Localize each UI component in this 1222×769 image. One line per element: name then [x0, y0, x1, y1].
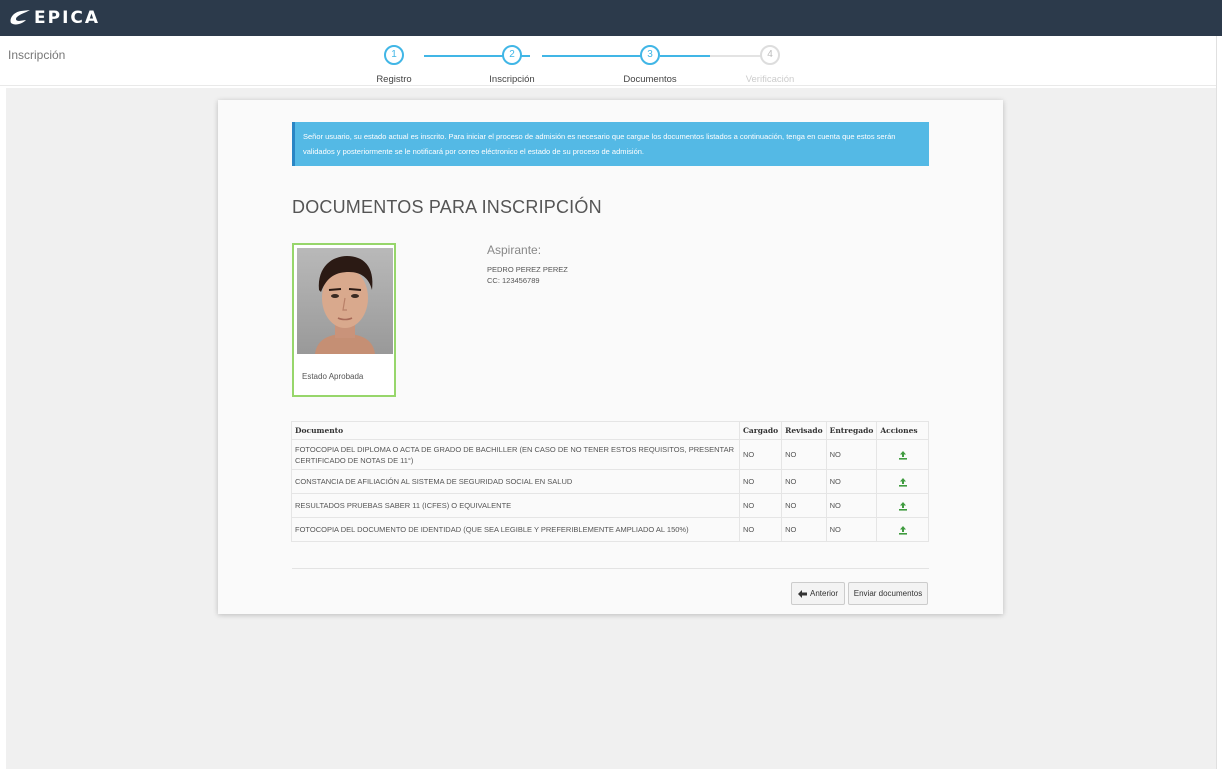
- sub-header: Inscripción 1 Registro 2 Inscripción 3 D…: [0, 36, 1222, 86]
- step-label: Documentos: [623, 74, 677, 85]
- previous-button-label: Anterior: [809, 589, 838, 598]
- arrow-left-icon: [797, 589, 807, 598]
- progress-stepper: 1 Registro 2 Inscripción 3 Documentos 4 …: [374, 45, 810, 85]
- app-logo[interactable]: EPICA: [8, 8, 100, 28]
- divider: [292, 568, 929, 569]
- epica-logo-icon: [10, 10, 30, 25]
- reviewed-value: NO: [781, 439, 827, 470]
- delivered-value: NO: [825, 469, 878, 494]
- column-header-loaded: Cargado: [738, 421, 783, 440]
- applicant-status: Estado Aprobada: [302, 372, 364, 381]
- document-name: FOTOCOPIA DEL DOCUMENTO DE IDENTIDAD (QU…: [291, 517, 740, 542]
- delivered-value: NO: [825, 517, 878, 542]
- scrollbar[interactable]: [1216, 36, 1222, 769]
- top-navbar: EPICA: [0, 0, 1222, 36]
- table-row: RESULTADOS PRUEBAS SABER 11 (ICFES) O EQ…: [291, 493, 929, 518]
- actions-cell: [876, 493, 929, 518]
- step-registro[interactable]: 1 Registro: [354, 45, 434, 85]
- info-alert: Señor usuario, su estado actual es inscr…: [292, 122, 929, 166]
- reviewed-value: NO: [781, 493, 827, 518]
- loaded-value: NO: [738, 517, 783, 542]
- document-name: CONSTANCIA DE AFILIACIÓN AL SISTEMA DE S…: [291, 469, 740, 494]
- step-number: 2: [502, 45, 522, 65]
- send-button-label: Enviar documentos: [853, 589, 923, 598]
- upload-icon[interactable]: [898, 450, 908, 460]
- column-header-actions: Acciones: [876, 421, 929, 440]
- column-header-delivered: Entregado: [825, 421, 878, 440]
- upload-icon[interactable]: [898, 525, 908, 535]
- reviewed-value: NO: [781, 469, 827, 494]
- upload-icon[interactable]: [898, 501, 908, 511]
- table-row: CONSTANCIA DE AFILIACIÓN AL SISTEMA DE S…: [291, 469, 929, 494]
- actions-cell: [876, 469, 929, 494]
- upload-icon[interactable]: [898, 477, 908, 487]
- step-number: 1: [384, 45, 404, 65]
- logo-text: EPICA: [34, 8, 101, 28]
- step-documentos[interactable]: 3 Documentos: [610, 45, 690, 85]
- table-header-row: Documento Cargado Revisado Entregado Acc…: [291, 421, 929, 440]
- table-row: FOTOCOPIA DEL DIPLOMA O ACTA DE GRADO DE…: [291, 439, 929, 470]
- step-inscripcion[interactable]: 2 Inscripción: [472, 45, 552, 85]
- send-documents-button[interactable]: Enviar documentos: [848, 582, 928, 605]
- actions-cell: [876, 439, 929, 470]
- loaded-value: NO: [738, 493, 783, 518]
- applicant-label: Aspirante:: [487, 243, 542, 257]
- loaded-value: NO: [738, 469, 783, 494]
- actions-cell: [876, 517, 929, 542]
- applicant-photo: [297, 248, 393, 354]
- reviewed-value: NO: [781, 517, 827, 542]
- applicant-id: CC: 123456789: [487, 276, 540, 285]
- section-heading: DOCUMENTOS PARA INSCRIPCIÓN: [292, 197, 602, 217]
- applicant-photo-card: Estado Aprobada: [292, 243, 396, 397]
- documents-card: Señor usuario, su estado actual es inscr…: [218, 100, 1003, 614]
- delivered-value: NO: [825, 439, 878, 470]
- step-label: Registro: [376, 74, 412, 85]
- delivered-value: NO: [825, 493, 878, 518]
- step-label: Inscripción: [489, 74, 535, 85]
- previous-button[interactable]: Anterior: [791, 582, 845, 605]
- column-header-reviewed: Revisado: [781, 421, 827, 440]
- step-verificacion: 4 Verificación: [730, 45, 810, 85]
- page-title: Inscripción: [8, 48, 66, 62]
- documents-table: Documento Cargado Revisado Entregado Acc…: [291, 421, 929, 542]
- document-name: FOTOCOPIA DEL DIPLOMA O ACTA DE GRADO DE…: [291, 439, 740, 470]
- applicant-name: PEDRO PEREZ PEREZ: [487, 265, 568, 274]
- loaded-value: NO: [738, 439, 783, 470]
- table-row: FOTOCOPIA DEL DOCUMENTO DE IDENTIDAD (QU…: [291, 517, 929, 542]
- step-number: 4: [760, 45, 780, 65]
- step-label: Verificación: [745, 74, 795, 85]
- step-number: 3: [640, 45, 660, 65]
- column-header-document: Documento: [291, 421, 740, 440]
- document-name: RESULTADOS PRUEBAS SABER 11 (ICFES) O EQ…: [291, 493, 740, 518]
